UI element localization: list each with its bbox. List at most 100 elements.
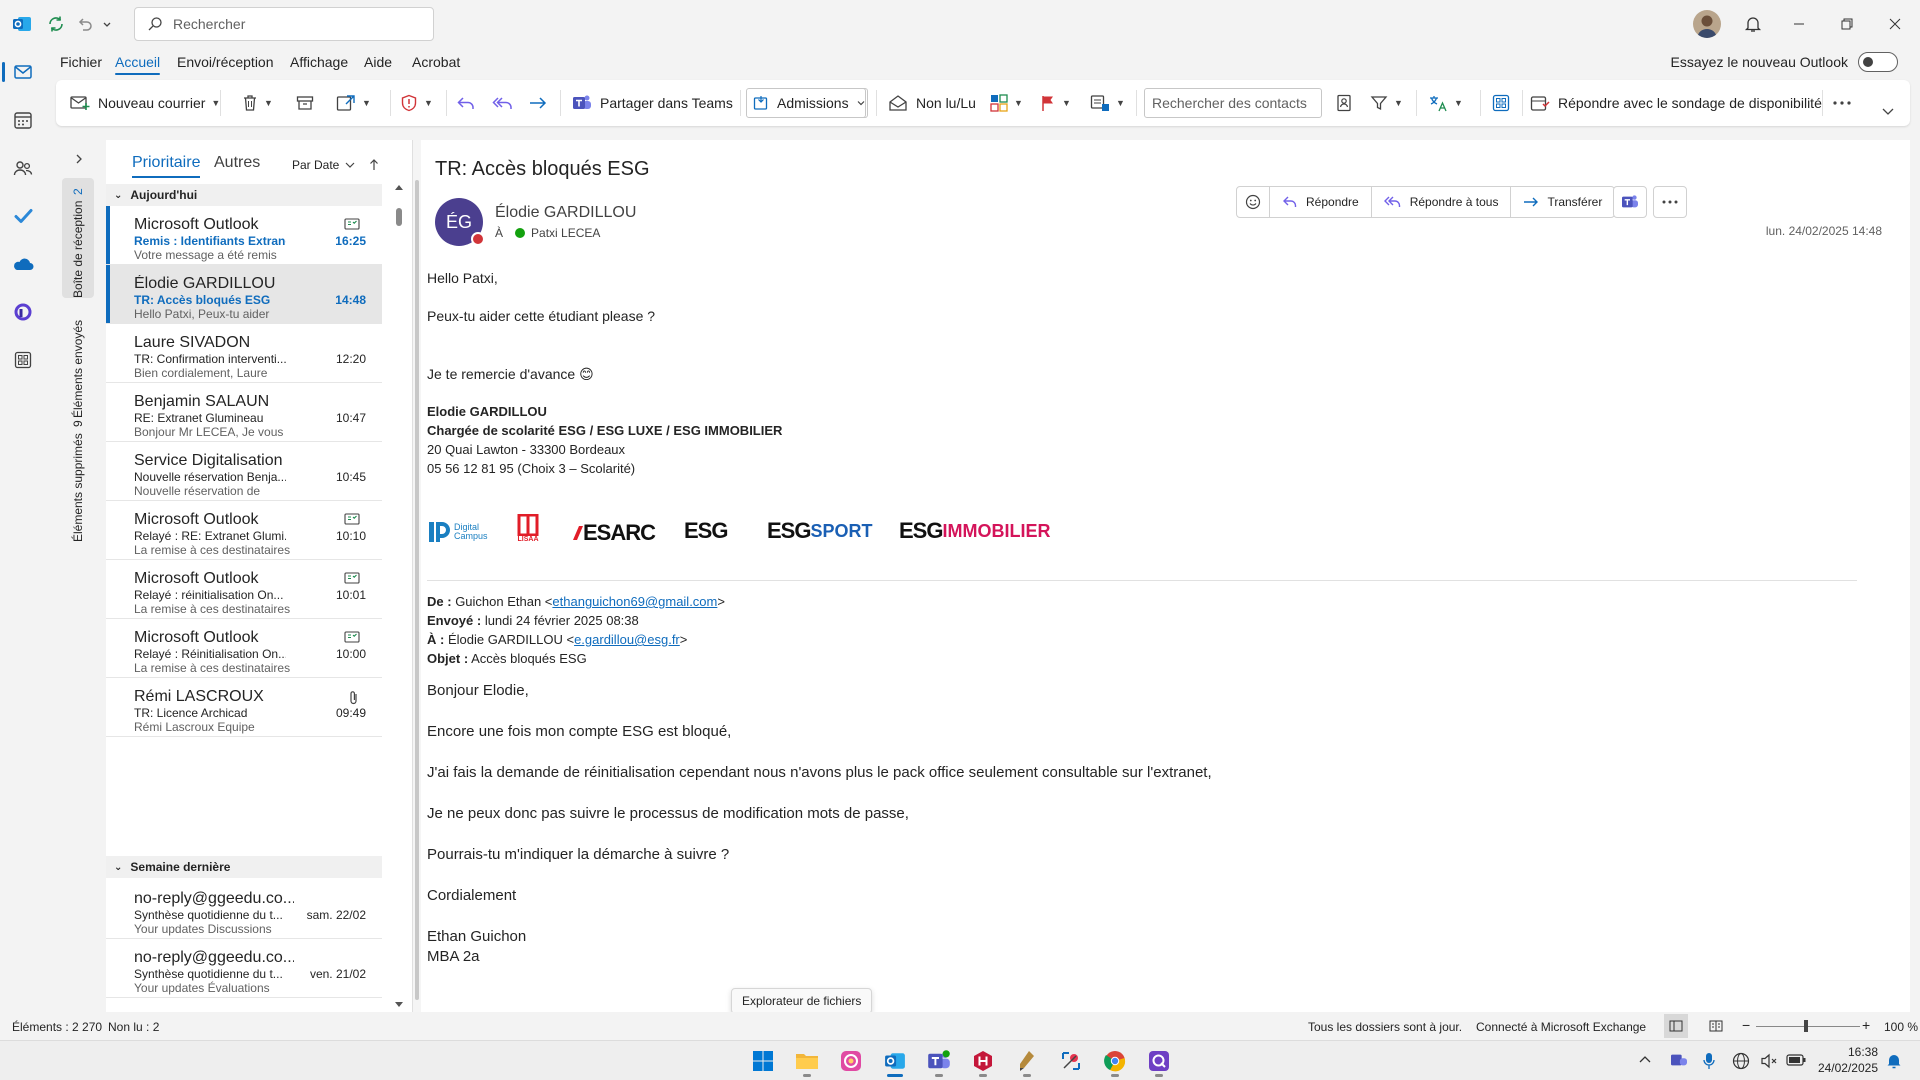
archive-button[interactable] (296, 88, 314, 118)
chevron-down-icon[interactable]: ▼ (1394, 98, 1403, 108)
list-item[interactable]: no-reply@ggeedu.co... Synthèse quotidienn… (106, 880, 382, 939)
list-item[interactable]: Benjamin SALAUN RE: Extranet Glumineau Bon… (106, 383, 382, 442)
normal-view-button[interactable] (1664, 1014, 1688, 1038)
bell-icon[interactable] (1741, 12, 1765, 36)
more-actions-button[interactable] (1653, 186, 1687, 218)
taskbar-photos[interactable] (836, 1047, 866, 1075)
contact-search-input[interactable]: Rechercher des contacts (1144, 88, 1322, 118)
list-item[interactable]: Laure SIVADON TR: Confirmation interventi… (106, 324, 382, 383)
list-item[interactable]: Élodie GARDILLOU TR: Accès bloqués ESG Hel… (106, 265, 382, 324)
read-unread-button[interactable]: Non lu/Lu (888, 88, 976, 118)
search-input[interactable]: Rechercher (134, 7, 434, 41)
zoom-slider[interactable] (1756, 1026, 1860, 1027)
flag-button[interactable]: ▼ (1040, 88, 1071, 118)
chevron-down-icon[interactable]: ▼ (211, 98, 220, 108)
junk-button[interactable]: ▼ (400, 88, 433, 118)
close-button[interactable] (1872, 0, 1918, 48)
scroll-down-icon[interactable] (395, 1000, 403, 1008)
new-mail-button[interactable]: Nouveau courrier ▼ (70, 88, 220, 118)
zoom-slider-thumb[interactable] (1804, 1020, 1808, 1032)
recipient-name[interactable]: Patxi LECEA (531, 226, 600, 240)
delete-button[interactable]: ▼ (242, 88, 273, 118)
chevron-down-icon[interactable]: ▼ (424, 98, 433, 108)
quick-access-dropdown-icon[interactable] (100, 12, 114, 36)
emoji-react-button[interactable] (1236, 186, 1270, 218)
expand-folder-pane-icon[interactable] (74, 154, 84, 164)
scroll-up-icon[interactable] (395, 184, 403, 192)
list-item[interactable]: Microsoft Outlook Remis : Identifiants Ex… (106, 206, 382, 265)
sync-icon[interactable] (44, 12, 68, 36)
speaker-muted-icon[interactable] (1760, 1052, 1778, 1070)
share-teams-button[interactable]: Partager dans Teams (572, 88, 733, 118)
taskbar-app-q[interactable] (1144, 1047, 1174, 1077)
folder-deleted[interactable]: Éléments supprimés 9 (68, 421, 88, 542)
teams-chat-button[interactable] (1613, 186, 1647, 218)
tab-affichage[interactable]: Affichage (290, 54, 348, 70)
scroll-thumb[interactable] (396, 208, 402, 226)
rail-viva[interactable] (0, 292, 46, 332)
minimize-button[interactable] (1776, 0, 1822, 48)
zoom-in-icon[interactable]: + (1862, 1017, 1870, 1033)
chevron-down-icon[interactable]: ▼ (362, 98, 371, 108)
scroll-thumb[interactable] (415, 180, 419, 1000)
forward-action-button[interactable]: Transférer (1510, 186, 1616, 218)
move-button[interactable]: ▼ (336, 88, 371, 118)
rail-people[interactable] (0, 148, 46, 188)
taskbar-teams[interactable] (924, 1047, 954, 1077)
forward-to-email-link[interactable]: e.gardillou@esg.fr (574, 632, 680, 647)
taskbar-start[interactable] (748, 1047, 778, 1075)
undo-icon[interactable] (73, 12, 97, 36)
sort-dropdown[interactable]: Par Date (292, 158, 379, 172)
list-scrollbar[interactable] (394, 184, 404, 1008)
chevron-down-icon[interactable]: ▼ (1062, 98, 1071, 108)
reply-all-action-button[interactable]: Répondre à tous (1370, 186, 1512, 218)
tags-button[interactable]: ▼ (1090, 88, 1125, 118)
more-options-button[interactable] (1832, 88, 1852, 118)
tray-expand-icon[interactable] (1638, 1053, 1652, 1067)
folder-inbox[interactable]: Boîte de réception 2 (68, 188, 88, 298)
reading-scrollbar[interactable] (413, 140, 421, 1012)
tab-accueil[interactable]: Accueil (115, 54, 161, 75)
list-item[interactable]: Service Digitalisation Nouvelle réservati… (106, 442, 382, 501)
taskbar-outlook[interactable] (880, 1047, 910, 1077)
group-header-last-week[interactable]: ⌄ Semaine dernière (106, 856, 382, 878)
globe-network-icon[interactable] (1732, 1052, 1750, 1070)
availability-poll-button[interactable]: Répondre avec le sondage de disponibilit… (1530, 88, 1822, 118)
taskbar-file-explorer[interactable] (792, 1047, 822, 1077)
filter-mail-button[interactable]: ▼ (1370, 88, 1403, 118)
sort-arrow-up-icon[interactable] (369, 159, 379, 171)
forward-button[interactable] (528, 88, 548, 118)
reading-view-button[interactable] (1704, 1014, 1728, 1038)
quick-step-admissions[interactable]: Admissions (746, 88, 866, 118)
apps-button[interactable] (1492, 88, 1510, 118)
sender-name[interactable]: Élodie GARDILLOU (495, 204, 636, 222)
reply-button[interactable] (456, 88, 476, 118)
rail-todo[interactable] (0, 196, 46, 236)
rail-apps[interactable] (0, 340, 46, 380)
categorize-button[interactable]: ▼ (990, 88, 1023, 118)
notification-bell-icon[interactable] (1886, 1052, 1902, 1070)
rail-mail[interactable] (0, 52, 46, 92)
list-item[interactable]: Microsoft Outlook Relayé : réinitialisati… (106, 560, 382, 619)
address-book-button[interactable] (1336, 88, 1352, 118)
list-item[interactable]: Rémi LASCROUX TR: Licence Archicad Rémi La… (106, 678, 382, 737)
tab-envoi-reception[interactable]: Envoi/réception (177, 54, 274, 70)
tray-teams-icon[interactable] (1670, 1052, 1688, 1068)
translate-button[interactable]: ▼ (1428, 88, 1463, 118)
tab-focused[interactable]: Prioritaire (132, 154, 201, 178)
chevron-down-icon[interactable]: ▼ (1454, 98, 1463, 108)
list-item[interactable]: Microsoft Outlook Relayé : Réinitialisati… (106, 619, 382, 678)
tab-acrobat[interactable]: Acrobat (412, 54, 460, 70)
list-item[interactable]: no-reply@ggeedu.co... Synthèse quotidienn… (106, 939, 382, 998)
ribbon-expand-button[interactable] (1882, 96, 1894, 126)
folder-sent[interactable]: Éléments envoyés (68, 316, 88, 418)
zoom-out-icon[interactable]: − (1742, 1017, 1750, 1033)
taskbar-clock[interactable]: 16:38 24/02/2025 (1818, 1044, 1878, 1076)
microphone-icon[interactable] (1702, 1052, 1716, 1070)
reply-action-button[interactable]: Répondre (1269, 186, 1372, 218)
tab-other[interactable]: Autres (214, 154, 260, 172)
chevron-down-icon[interactable]: ▼ (1014, 98, 1023, 108)
try-new-toggle[interactable] (1858, 52, 1898, 72)
forward-from-email-link[interactable]: ethanguichon69@gmail.com (552, 594, 717, 609)
user-avatar[interactable] (1693, 10, 1721, 38)
